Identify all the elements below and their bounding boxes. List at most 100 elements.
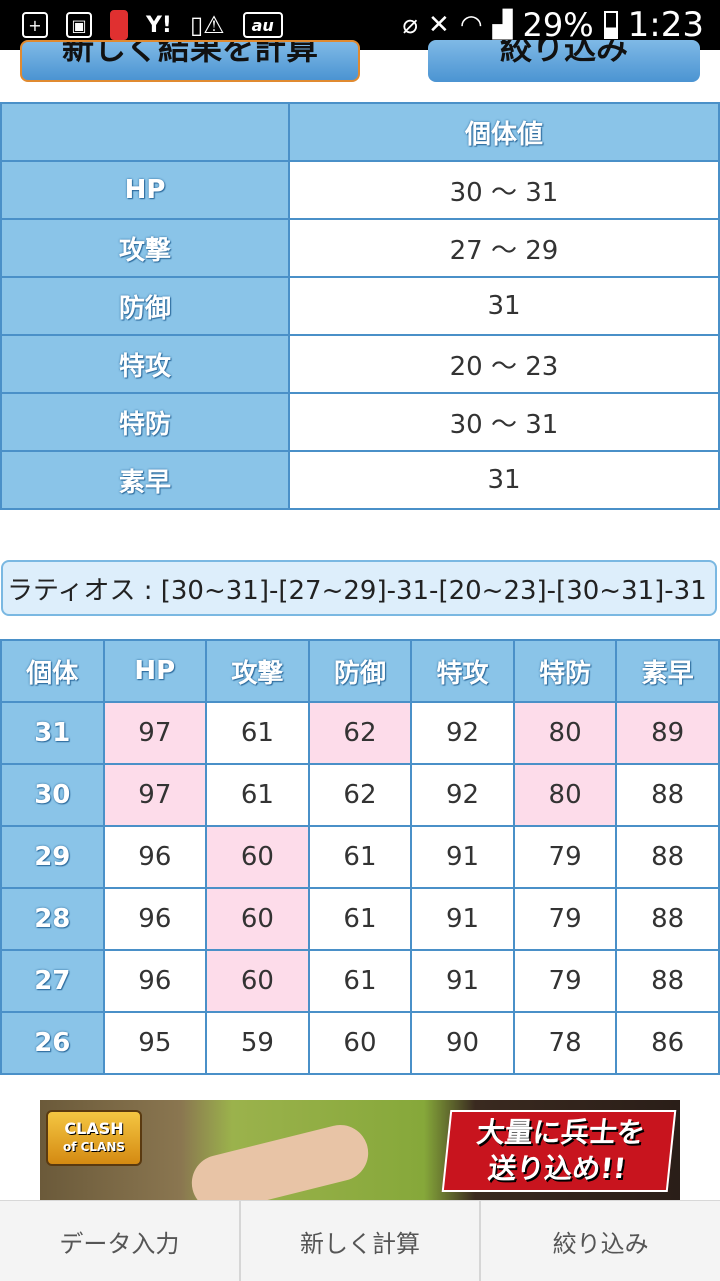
stat-cell: 96	[102, 949, 208, 1013]
stat-cell: 61	[307, 825, 413, 889]
iv-cell: 29	[0, 825, 105, 889]
column-header: 防御	[307, 639, 413, 703]
signal-icon: ▟	[492, 10, 513, 40]
stat-table: 個体 HP 攻撃 防御 特攻 特防 素早 31 97 61 62 92 80 8…	[0, 639, 720, 1075]
stat-cell: 92	[410, 701, 515, 765]
stat-cell: 62	[307, 763, 413, 827]
stat-cell: 91	[410, 887, 515, 951]
stat-name: 防御	[0, 276, 290, 336]
bottom-nav: データ入力 新しく計算 絞り込み	[0, 1200, 720, 1281]
table-row: 31 97 61 62 92 80 89	[0, 701, 720, 765]
column-header: 特攻	[410, 639, 515, 703]
ad-headline: 大量に兵士を 送り込め!!	[441, 1110, 677, 1192]
filter-button[interactable]: 絞り込み	[428, 40, 700, 82]
stat-cell: 62	[307, 701, 413, 765]
iv-cell: 27	[0, 949, 105, 1013]
table-row: 30 97 61 62 92 80 88	[0, 763, 720, 827]
iv-summary-text: ラティオス : [30~31]-[27~29]-31-[20~23]-[30~3…	[1, 560, 717, 616]
column-header: HP	[102, 639, 208, 703]
au-icon: au	[242, 12, 283, 38]
stat-cell: 96	[102, 825, 208, 889]
iv-cell: 30	[0, 763, 105, 827]
iv-row: 防御 31	[0, 276, 720, 336]
iv-cell: 26	[0, 1011, 105, 1075]
iv-row: HP 30 ～ 31	[0, 160, 720, 220]
stat-cell: 97	[102, 763, 208, 827]
battery-percent: 29%	[522, 6, 594, 44]
column-header: 攻撃	[205, 639, 310, 703]
stat-cell: 91	[410, 949, 515, 1013]
stat-cell: 80	[512, 701, 618, 765]
ad-logo-line1: CLASH	[64, 1119, 124, 1138]
stat-cell: 61	[307, 949, 413, 1013]
ad-text-line1: 大量に兵士を	[475, 1116, 647, 1149]
filter-button-label: 絞り込み	[499, 40, 628, 67]
battery-icon	[603, 11, 618, 39]
ad-hand-image	[185, 1119, 375, 1200]
stat-cell: 60	[307, 1011, 413, 1075]
stat-cell: 61	[205, 701, 310, 765]
column-header: 素早	[615, 639, 720, 703]
stat-cell: 60	[205, 887, 310, 951]
iv-row: 特攻 20 ～ 23	[0, 334, 720, 394]
stat-cell: 89	[615, 701, 720, 765]
table-row: 26 95 59 60 90 78 86	[0, 1011, 720, 1075]
column-header: 特防	[512, 639, 618, 703]
sim-alert-icon: ▯⚠	[189, 11, 225, 39]
stat-cell: 88	[615, 825, 720, 889]
stat-cell: 92	[410, 763, 515, 827]
yahoo-icon: Y!	[146, 12, 172, 38]
phone-battery-icon	[110, 10, 128, 40]
stat-cell: 61	[205, 763, 310, 827]
iv-range-table: 個体値 HP 30 ～ 31 攻撃 27 ～ 29 防御 31 特攻 20 ～ …	[0, 102, 720, 510]
data-input-button[interactable]: データ入力	[0, 1201, 239, 1281]
iv-value: 27 ～ 29	[288, 218, 720, 278]
stat-cell: 86	[615, 1011, 720, 1075]
stat-cell: 88	[615, 763, 720, 827]
nfc-icon: ⌀	[402, 10, 419, 40]
iv-header: 個体値	[288, 102, 720, 162]
stat-cell: 78	[512, 1011, 618, 1075]
iv-row: 攻撃 27 ～ 29	[0, 218, 720, 278]
stat-name: 素早	[0, 450, 290, 510]
stat-cell: 61	[307, 887, 413, 951]
filter-nav-button[interactable]: 絞り込み	[479, 1201, 720, 1281]
stat-name: 攻撃	[0, 218, 290, 278]
iv-value: 20 ～ 23	[288, 334, 720, 394]
stat-cell: 79	[512, 825, 618, 889]
recalculate-result-button[interactable]: 新しく結果を計算	[20, 40, 360, 82]
stat-cell: 60	[205, 825, 310, 889]
ad-logo-line2: of CLANS	[62, 1140, 126, 1154]
iv-row: 特防 30 ～ 31	[0, 392, 720, 452]
stat-cell: 95	[102, 1011, 208, 1075]
plus-icon: +	[22, 12, 48, 38]
stat-cell: 59	[205, 1011, 310, 1075]
stat-name: 特攻	[0, 334, 290, 394]
stat-cell: 79	[512, 887, 618, 951]
clock: 1:23	[627, 5, 704, 45]
wifi-icon: ◠	[459, 10, 483, 40]
iv-value: 30 ～ 31	[288, 392, 720, 452]
stat-cell: 88	[615, 949, 720, 1013]
stat-cell: 88	[615, 887, 720, 951]
iv-header-blank	[0, 102, 290, 162]
recalculate-result-label: 新しく結果を計算	[61, 40, 318, 67]
column-header: 個体	[0, 639, 105, 703]
iv-row: 素早 31	[0, 450, 720, 510]
stat-cell: 80	[512, 763, 618, 827]
iv-value: 30 ～ 31	[288, 160, 720, 220]
iv-value: 31	[288, 276, 720, 336]
stat-cell: 96	[102, 887, 208, 951]
stat-name: HP	[0, 160, 290, 220]
stat-cell: 60	[205, 949, 310, 1013]
ad-banner[interactable]: CLASH of CLANS 大量に兵士を 送り込め!!	[40, 1100, 680, 1200]
iv-cell: 28	[0, 887, 105, 951]
new-calc-button[interactable]: 新しく計算	[238, 1201, 480, 1281]
stat-table-header: 個体 HP 攻撃 防御 特攻 特防 素早	[0, 639, 720, 703]
ad-text-line2: 送り込め!!	[486, 1152, 628, 1185]
stat-cell: 90	[410, 1011, 515, 1075]
stat-name: 特防	[0, 392, 290, 452]
iv-header-row: 個体値	[0, 102, 720, 162]
stat-cell: 97	[102, 701, 208, 765]
table-row: 29 96 60 61 91 79 88	[0, 825, 720, 889]
